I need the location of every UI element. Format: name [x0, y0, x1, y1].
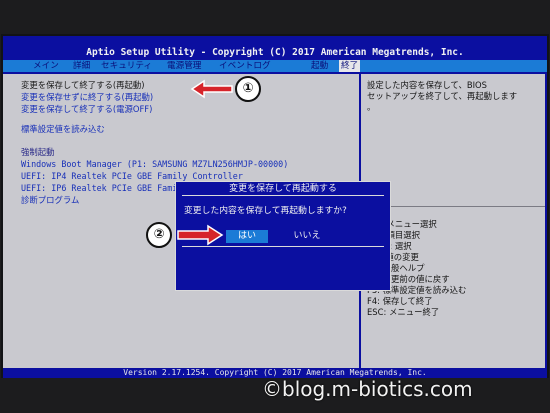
- step-1-badge: ①: [235, 76, 261, 102]
- yes-button[interactable]: はい: [226, 230, 268, 243]
- menu-bar: メイン 詳細 セキュリティ 電源管理 イベントログ 起動 終了: [3, 60, 547, 72]
- bios-title: Aptio Setup Utility - Copyright (C) 2017…: [86, 47, 464, 58]
- step-2-badge: ②: [146, 222, 172, 248]
- tab-boot[interactable]: 起動: [311, 60, 328, 72]
- help-description-line: 。: [367, 102, 376, 112]
- diagnostics-item[interactable]: 診断プログラム: [21, 195, 79, 205]
- tab-power[interactable]: 電源管理: [167, 60, 201, 72]
- tab-security[interactable]: セキュリティ: [101, 60, 152, 72]
- arrow-right-icon: [177, 224, 224, 246]
- tab-advanced[interactable]: 詳細: [73, 60, 90, 72]
- arrow-left-icon: [190, 79, 233, 99]
- watermark: ©blog.m-biotics.com: [262, 377, 473, 401]
- dialog-message: 変更した内容を保存して再起動しますか?: [184, 206, 347, 216]
- tab-event-log[interactable]: イベントログ: [219, 60, 271, 72]
- boot-override-heading: 強制起動: [21, 147, 55, 157]
- discard-and-restart-item[interactable]: 変更を保存せずに終了する(再起動): [21, 92, 153, 102]
- tab-main[interactable]: メイン: [33, 60, 59, 72]
- bios-screen: Aptio Setup Utility - Copyright (C) 2017…: [3, 36, 547, 378]
- help-description-line: セットアップを終了して、再起動します: [367, 91, 518, 101]
- key-help-f4: F4: 保存して終了: [367, 296, 433, 306]
- dialog-divider: [182, 195, 384, 196]
- no-button[interactable]: いいえ: [286, 230, 328, 243]
- save-and-poweroff-item[interactable]: 変更を保存して終了する(電源OFF): [21, 104, 152, 114]
- key-help-esc: ESC: メニュー終了: [367, 307, 440, 317]
- tab-exit[interactable]: 終了: [339, 60, 361, 72]
- dialog-title: 変更を保存して再起動する: [229, 184, 337, 194]
- boot-item-ipv4[interactable]: UEFI: IP4 Realtek PCIe GBE Family Contro…: [21, 171, 243, 181]
- boot-item-windows[interactable]: Windows Boot Manager (P1: SAMSUNG MZ7LN2…: [21, 159, 288, 169]
- dialog-divider: [182, 246, 384, 247]
- save-and-restart-item[interactable]: 変更を保存して終了する(再起動): [21, 80, 145, 90]
- help-description-line: 設定した内容を保存して、BIOS: [367, 80, 487, 90]
- load-defaults-item[interactable]: 標準設定値を読み込む: [21, 124, 105, 134]
